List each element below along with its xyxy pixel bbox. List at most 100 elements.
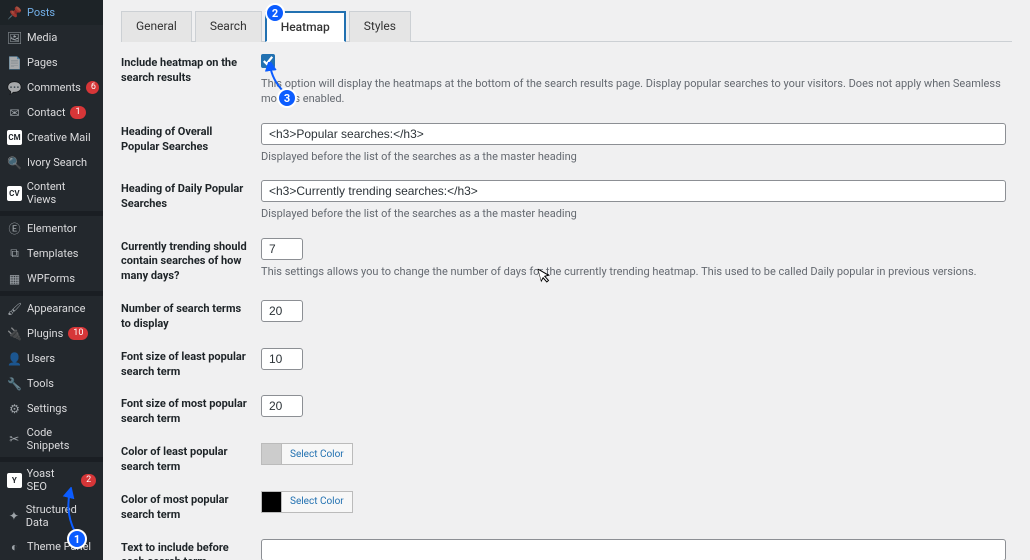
before-text-input[interactable] xyxy=(261,539,1006,560)
nav-pages-icon: 📄 xyxy=(7,55,22,70)
nav-yoast[interactable]: Y Yoast SEO 2 xyxy=(0,462,103,498)
sidebar-item-label: Templates xyxy=(27,247,78,260)
nav-contact-icon: ✉ xyxy=(7,105,22,120)
notification-badge: 2 xyxy=(81,474,96,487)
nav-plugins-icon: 🔌 xyxy=(7,326,22,341)
sidebar-item-label: Comments xyxy=(27,81,81,94)
label-before-text: Text to include before each search term xyxy=(121,539,261,560)
sidebar-item-label: Users xyxy=(27,352,55,365)
select-color-label: Select Color xyxy=(282,449,352,460)
most-color-picker[interactable]: Select Color xyxy=(261,491,353,513)
row-term-count: Number of search terms to display xyxy=(121,300,1012,332)
least-font-input[interactable] xyxy=(261,348,303,370)
tab-general[interactable]: General xyxy=(121,11,192,42)
nav-wpforms[interactable]: ▦ WPForms xyxy=(0,266,103,291)
label-least-font: Font size of least popular search term xyxy=(121,348,261,380)
annotation-bubble-3: 3 xyxy=(277,88,297,108)
nav-ivory-icon: 🔍 xyxy=(7,155,22,170)
label-most-color: Color of most popular search term xyxy=(121,491,261,523)
nav-structured[interactable]: ✦ Structured Data xyxy=(0,498,103,534)
trending-days-input[interactable] xyxy=(261,238,303,260)
sidebar-item-label: Media xyxy=(27,31,57,44)
nav-pages[interactable]: 📄 Pages xyxy=(0,50,103,75)
row-overall-heading: Heading of Overall Popular Searches Disp… xyxy=(121,123,1012,164)
most-font-input[interactable] xyxy=(261,395,303,417)
nav-creative[interactable]: CMCreative Mail xyxy=(0,125,103,150)
row-most-color: Color of most popular search term Select… xyxy=(121,491,1012,523)
sidebar-item-label: Posts xyxy=(27,6,55,19)
nav-appearance-icon: 🖌 xyxy=(7,301,22,316)
sidebar-item-label: Elementor xyxy=(27,222,77,235)
daily-heading-input[interactable] xyxy=(261,180,1006,202)
nav-comments[interactable]: 💬 Comments 6 xyxy=(0,75,103,100)
sidebar-item-label: Yoast SEO xyxy=(27,467,76,493)
nav-cv[interactable]: CVContent Views xyxy=(0,175,103,211)
nav-elementor-icon: Ⓔ xyxy=(7,221,22,236)
sidebar-item-label: Contact xyxy=(27,106,65,119)
least-color-swatch xyxy=(262,444,282,464)
sidebar-item-label: Structured Data xyxy=(26,503,96,529)
nav-contact[interactable]: ✉ Contact 1 xyxy=(0,100,103,125)
desc-trending-days: This settings allows you to change the n… xyxy=(261,264,1012,279)
notification-badge: 6 xyxy=(86,81,99,94)
nav-posts-icon: 📌 xyxy=(7,5,22,20)
nav-media-icon: 🖼 xyxy=(7,30,22,45)
label-trending-days: Currently trending should contain search… xyxy=(121,238,261,285)
nav-themepanel[interactable]: ◐Theme Panel xyxy=(0,534,103,559)
sidebar-item-label: WPForms xyxy=(27,272,75,285)
select-color-label: Select Color xyxy=(282,496,352,507)
nav-tools[interactable]: 🔧Tools xyxy=(0,371,103,396)
nav-cv-icon: CV xyxy=(7,186,22,201)
nav-elementor[interactable]: Ⓔ Elementor xyxy=(0,216,103,241)
nav-templates-icon: ⧉ xyxy=(7,246,22,261)
sidebar-item-label: Creative Mail xyxy=(27,131,91,144)
desc-daily-heading: Displayed before the list of the searche… xyxy=(261,206,1012,221)
nav-posts[interactable]: 📌 Posts xyxy=(0,0,103,25)
nav-ivory[interactable]: 🔍 Ivory Search xyxy=(0,150,103,175)
nav-settings-icon: ⚙ xyxy=(7,401,22,416)
tab-styles[interactable]: Styles xyxy=(349,11,411,42)
nav-comments-icon: 💬 xyxy=(7,80,22,95)
nav-snippets-icon: ✂ xyxy=(7,432,22,447)
nav-wpforms-icon: ▦ xyxy=(7,271,22,286)
notification-badge: 1 xyxy=(70,106,85,119)
row-trending-days: Currently trending should contain search… xyxy=(121,238,1012,285)
row-most-font: Font size of most popular search term xyxy=(121,395,1012,427)
term-count-input[interactable] xyxy=(261,300,303,322)
nav-settings[interactable]: ⚙Settings xyxy=(0,396,103,421)
row-include-heatmap: Include heatmap on the search results Th… xyxy=(121,54,1012,107)
nav-structured-icon: ✦ xyxy=(7,509,21,524)
admin-sidebar: 📌 Posts 🖼 Media 📄 Pages 💬 Comments 6 ✉ Contact 1 CMC… xyxy=(0,0,103,560)
nav-users-icon: 👤 xyxy=(7,351,22,366)
tab-search[interactable]: Search xyxy=(195,11,262,42)
label-overall-heading: Heading of Overall Popular Searches xyxy=(121,123,261,155)
row-before-text: Text to include before each search term xyxy=(121,539,1012,560)
sidebar-item-label: Plugins xyxy=(27,327,63,340)
nav-yoast-icon: Y xyxy=(7,473,22,488)
include-heatmap-checkbox[interactable] xyxy=(261,54,275,68)
row-least-font: Font size of least popular search term xyxy=(121,348,1012,380)
nav-appearance[interactable]: 🖌 Appearance xyxy=(0,296,103,321)
overall-heading-input[interactable] xyxy=(261,123,1006,145)
nav-plugins[interactable]: 🔌Plugins10 xyxy=(0,321,103,346)
annotation-bubble-2: 2 xyxy=(265,3,285,23)
sidebar-item-label: Tools xyxy=(27,377,54,390)
label-term-count: Number of search terms to display xyxy=(121,300,261,332)
least-color-picker[interactable]: Select Color xyxy=(261,443,353,465)
label-daily-heading: Heading of Daily Popular Searches xyxy=(121,180,261,212)
nav-media[interactable]: 🖼 Media xyxy=(0,25,103,50)
sidebar-item-label: Pages xyxy=(27,56,58,69)
label-include-heatmap: Include heatmap on the search results xyxy=(121,54,261,86)
nav-templates[interactable]: ⧉ Templates xyxy=(0,241,103,266)
nav-users[interactable]: 👤 Users xyxy=(0,346,103,371)
tab-bar: GeneralSearchHeatmapStyles xyxy=(121,10,1012,42)
desc-include-heatmap: This option will display the heatmaps at… xyxy=(261,76,1012,107)
sidebar-item-label: Appearance xyxy=(27,302,86,315)
nav-themepanel-icon: ◐ xyxy=(7,539,22,554)
label-most-font: Font size of most popular search term xyxy=(121,395,261,427)
sidebar-item-label: Ivory Search xyxy=(27,156,87,169)
row-least-color: Color of least popular search term Selec… xyxy=(121,443,1012,475)
label-least-color: Color of least popular search term xyxy=(121,443,261,475)
nav-snippets[interactable]: ✂Code Snippets xyxy=(0,421,103,457)
annotation-bubble-1: 1 xyxy=(67,529,87,549)
